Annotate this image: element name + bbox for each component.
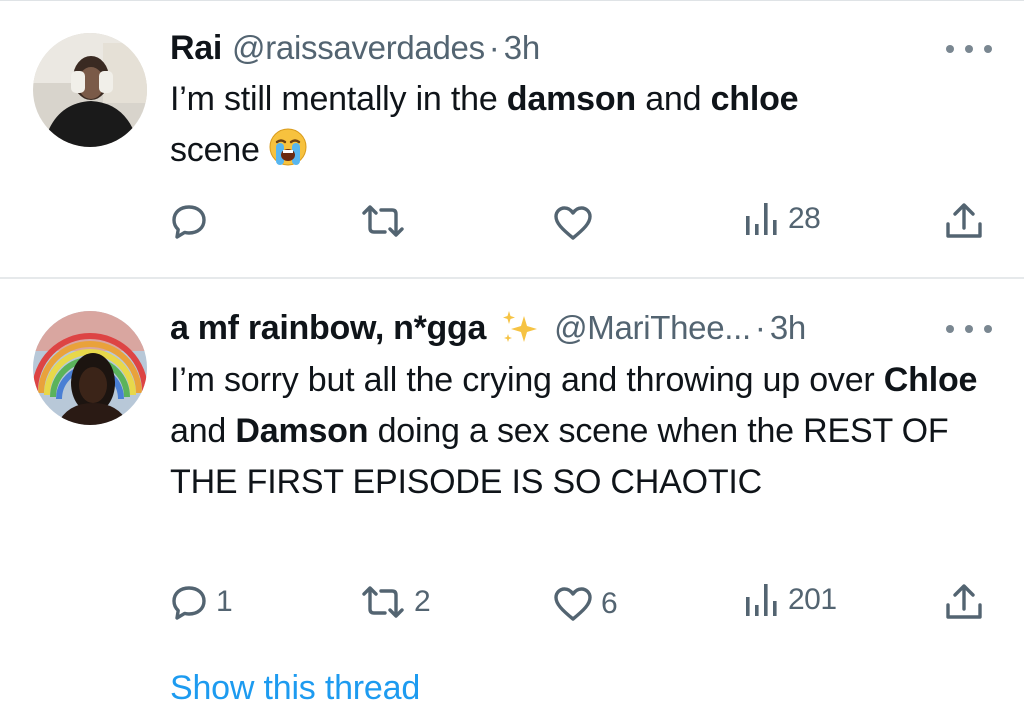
more-options-icon[interactable]	[946, 42, 992, 56]
user-handle[interactable]: @raissaverdades	[232, 29, 485, 67]
loudly-crying-face-emoji	[268, 127, 308, 167]
like-count: 6	[601, 587, 618, 620]
timestamp[interactable]: 3h	[770, 309, 806, 347]
separator-dot: ·	[754, 309, 766, 346]
share-button[interactable]	[944, 583, 984, 621]
more-options-icon[interactable]	[946, 322, 992, 336]
timestamp[interactable]: 3h	[504, 29, 540, 67]
display-name[interactable]: Rai	[170, 29, 222, 68]
share-icon	[946, 584, 982, 619]
tweet[interactable]: Rai @raissaverdades · 3h I’m still menta…	[0, 0, 1024, 277]
views-button[interactable]: 201	[744, 581, 837, 619]
tweet[interactable]: a mf rainbow, n*gga @MariThee... · 3h I’…	[0, 279, 1024, 710]
retweet-button[interactable]	[360, 204, 414, 238]
views-button[interactable]: 28	[744, 200, 821, 238]
tweet-text: I’m still mentally in the damson and chl…	[170, 80, 799, 169]
avatar[interactable]	[33, 311, 147, 425]
tweet-text: I’m sorry but all the crying and throwin…	[170, 361, 978, 501]
views-icon	[746, 584, 777, 616]
views-icon	[746, 203, 777, 235]
share-icon	[946, 203, 982, 238]
reply-count: 1	[216, 585, 233, 618]
avatar[interactable]	[33, 33, 147, 147]
tweet-actions: 28	[0, 196, 1024, 246]
heart-icon	[554, 587, 592, 621]
tweet-actions: 1 2 6 201	[0, 577, 1024, 627]
like-button[interactable]	[553, 205, 601, 241]
tweet-header: a mf rainbow, n*gga @MariThee... · 3h	[170, 308, 806, 348]
retweet-count: 2	[414, 585, 431, 618]
retweet-icon	[362, 205, 404, 237]
reply-icon	[172, 205, 206, 239]
reply-icon	[172, 586, 206, 620]
share-button[interactable]	[944, 202, 984, 240]
separator-dot: ·	[488, 29, 500, 66]
sparkles-emoji	[498, 308, 542, 348]
like-button[interactable]: 6	[553, 586, 618, 622]
user-handle[interactable]: @MariThee...	[554, 309, 751, 347]
reply-button[interactable]: 1	[170, 583, 233, 621]
reply-button[interactable]	[170, 202, 216, 240]
show-thread-link[interactable]: Show this thread	[170, 669, 420, 708]
retweet-button[interactable]: 2	[360, 585, 431, 619]
display-name[interactable]: a mf rainbow, n*gga	[170, 309, 486, 348]
view-count: 28	[788, 202, 821, 235]
tweet-header: Rai @raissaverdades · 3h	[170, 28, 540, 68]
heart-icon	[554, 206, 592, 240]
retweet-icon	[362, 586, 404, 618]
view-count: 201	[788, 583, 837, 616]
